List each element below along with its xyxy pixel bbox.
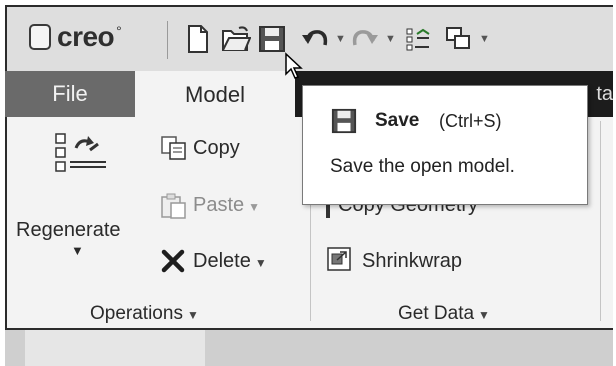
paste-button-label: Paste (193, 194, 245, 216)
paste-button: Paste ▼ (193, 194, 260, 217)
redo-dropdown-icon[interactable]: ▼ (385, 33, 396, 45)
tab-model[interactable]: Model (135, 71, 295, 119)
mouse-cursor-icon (284, 52, 306, 85)
tab-partial[interactable]: ta (596, 83, 613, 106)
regenerate-small-icon[interactable] (405, 23, 431, 55)
delete-icon[interactable] (160, 248, 186, 279)
save-icon (331, 108, 357, 139)
regenerate-icon[interactable] (50, 132, 112, 187)
operations-dropdown-icon[interactable]: ▼ (187, 308, 199, 322)
open-folder-icon[interactable] (221, 23, 251, 55)
tooltip-title: Save (375, 110, 420, 131)
tooltip-shortcut: (Ctrl+S) (439, 111, 502, 131)
redo-icon[interactable] (351, 23, 379, 55)
copy-icon[interactable] (160, 135, 188, 166)
new-file-icon[interactable] (187, 23, 209, 55)
quick-access-toolbar: creo ° ▼ ▼ ▼ (5, 5, 613, 71)
group-separator (600, 121, 601, 321)
delete-button[interactable]: Delete ▼ (193, 250, 267, 273)
creo-logo-box-icon (29, 24, 51, 50)
app-name: creo (57, 21, 115, 52)
paste-icon[interactable] (160, 192, 188, 225)
operations-group-label: Operations (90, 303, 183, 324)
tab-file[interactable]: File (5, 71, 135, 117)
delete-button-label: Delete (193, 250, 251, 272)
get-data-group-label: Get Data (398, 303, 475, 324)
copy-button[interactable]: Copy (193, 137, 240, 160)
tooltip-description: Save the open model. (330, 156, 515, 177)
paste-dropdown-icon: ▼ (248, 200, 261, 214)
undo-dropdown-icon[interactable]: ▼ (335, 33, 346, 45)
creo-window: creo ° ▼ ▼ ▼ File Model ta Regenerate ▼ … (0, 0, 616, 366)
regenerate-dropdown-icon[interactable]: ▼ (71, 243, 84, 258)
windows-dropdown-icon[interactable]: ▼ (479, 33, 490, 45)
model-tree-strip (25, 330, 205, 366)
get-data-dropdown-icon[interactable]: ▼ (478, 308, 490, 322)
toolbar-separator (167, 21, 168, 59)
operations-group[interactable]: Operations ▼ (90, 303, 199, 325)
creo-logo: creo ° (29, 21, 122, 53)
save-tooltip: Save (Ctrl+S) Save the open model. (302, 85, 588, 205)
app-name-mark: ° (116, 23, 122, 39)
shrinkwrap-button[interactable]: Shrinkwrap (362, 250, 462, 273)
shrinkwrap-icon[interactable] (326, 246, 354, 279)
undo-icon[interactable] (301, 23, 329, 55)
save-icon[interactable] (259, 23, 285, 55)
delete-dropdown-icon[interactable]: ▼ (255, 256, 267, 270)
windows-icon[interactable] (445, 23, 471, 55)
regenerate-button-label[interactable]: Regenerate (16, 219, 121, 242)
get-data-group[interactable]: Get Data ▼ (398, 303, 490, 325)
